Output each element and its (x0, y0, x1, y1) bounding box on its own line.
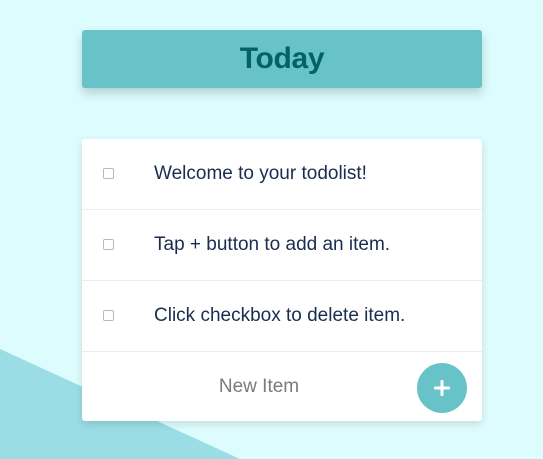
list-item: Tap + button to add an item. (82, 210, 482, 281)
plus-icon (434, 380, 450, 396)
todo-text: Welcome to your todolist! (154, 163, 367, 184)
todo-list-card: Welcome to your todolist! Tap + button t… (82, 139, 482, 421)
header-banner: Today (82, 30, 482, 88)
page-title: Today (239, 42, 325, 75)
add-item-button[interactable] (417, 363, 467, 413)
todo-checkbox[interactable] (103, 310, 114, 321)
new-item-input[interactable] (82, 352, 412, 421)
list-item: Welcome to your todolist! (82, 139, 482, 210)
new-item-row (82, 352, 482, 421)
todo-checkbox[interactable] (103, 239, 114, 250)
todo-text: Click checkbox to delete item. (154, 305, 406, 326)
list-item: Click checkbox to delete item. (82, 281, 482, 352)
todo-text: Tap + button to add an item. (154, 234, 391, 255)
todo-checkbox[interactable] (103, 168, 114, 179)
